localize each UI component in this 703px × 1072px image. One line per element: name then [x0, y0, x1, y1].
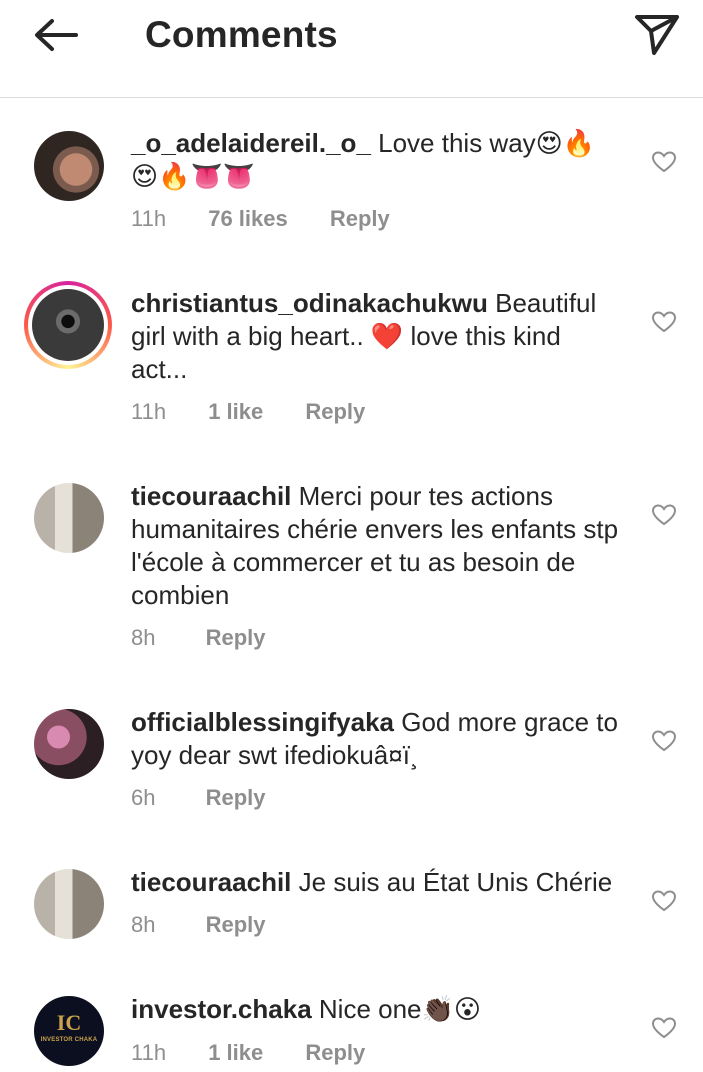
- comment-text-block: tiecouraachil Merci pour tes actions hum…: [131, 480, 621, 612]
- header-bar: Comments: [0, 0, 703, 98]
- comment-meta: 11h 1 like Reply: [131, 1040, 365, 1066]
- comment-text-block: christiantus_odinakachukwu Beautiful gir…: [131, 287, 621, 386]
- reply-button[interactable]: Reply: [206, 625, 266, 651]
- comment-text-block: investor.chaka Nice one👏🏿😮: [131, 993, 621, 1026]
- avatar[interactable]: [34, 869, 104, 939]
- comment-username[interactable]: officialblessingifyaka: [131, 707, 394, 737]
- avatar[interactable]: IC INVESTOR CHAKA: [34, 996, 104, 1066]
- comment-time: 11h: [131, 1040, 167, 1065]
- reply-button[interactable]: Reply: [305, 399, 365, 425]
- like-heart-icon[interactable]: [651, 889, 677, 913]
- reply-button[interactable]: Reply: [206, 912, 266, 938]
- comment-text-block: tiecouraachil Je suis au État Unis Chéri…: [131, 866, 621, 899]
- avatar[interactable]: [34, 131, 104, 201]
- comment-time: 8h: [131, 912, 156, 937]
- like-heart-icon[interactable]: [651, 150, 677, 174]
- comment-text-block: _o_adelaidereil._o_ Love this way😍🔥😍🔥👅👅: [131, 127, 621, 193]
- comment-likes[interactable]: 76 likes: [208, 206, 288, 232]
- comment-username[interactable]: _o_adelaidereil._o_: [131, 128, 371, 158]
- comment-username[interactable]: tiecouraachil: [131, 481, 291, 511]
- avatar-logo-subtext: INVESTOR CHAKA: [40, 1037, 98, 1043]
- like-heart-icon[interactable]: [651, 310, 677, 334]
- comment-time: 11h: [131, 206, 167, 231]
- send-button[interactable]: [632, 11, 682, 57]
- comment-username[interactable]: christiantus_odinakachukwu: [131, 288, 488, 318]
- comment-text-block: officialblessingifyaka God more grace to…: [131, 706, 621, 772]
- like-heart-icon[interactable]: [651, 729, 677, 753]
- like-heart-icon[interactable]: [651, 503, 677, 527]
- comment-meta: 6h Reply: [131, 785, 266, 811]
- comment-username[interactable]: investor.chaka: [131, 994, 312, 1024]
- back-button[interactable]: [28, 12, 84, 58]
- comment-meta: 8h Reply: [131, 912, 266, 938]
- reply-button[interactable]: Reply: [206, 785, 266, 811]
- comment-likes[interactable]: 1 like: [208, 399, 263, 425]
- comment-body: Nice one👏🏿😮: [318, 994, 481, 1024]
- send-icon: [635, 15, 679, 55]
- comment-time: 6h: [131, 785, 156, 810]
- avatar-story-ring[interactable]: [24, 281, 112, 369]
- back-arrow-icon: [35, 19, 78, 51]
- avatar: [32, 289, 104, 361]
- comment-time: 8h: [131, 625, 156, 650]
- page-title: Comments: [145, 14, 338, 55]
- comment-body: Je suis au État Unis Chérie: [298, 867, 613, 897]
- comment-username[interactable]: tiecouraachil: [131, 867, 291, 897]
- like-heart-icon[interactable]: [651, 1016, 677, 1040]
- avatar-logo-text: IC: [56, 1010, 82, 1035]
- reply-button[interactable]: Reply: [305, 1040, 365, 1066]
- comment-meta: 8h Reply: [131, 625, 266, 651]
- comment-time: 11h: [131, 399, 167, 424]
- avatar[interactable]: [34, 709, 104, 779]
- avatar[interactable]: [34, 483, 104, 553]
- comment-likes[interactable]: 1 like: [208, 1040, 263, 1066]
- comment-meta: 11h 1 like Reply: [131, 399, 365, 425]
- reply-button[interactable]: Reply: [330, 206, 390, 232]
- comment-meta: 11h 76 likes Reply: [131, 206, 390, 232]
